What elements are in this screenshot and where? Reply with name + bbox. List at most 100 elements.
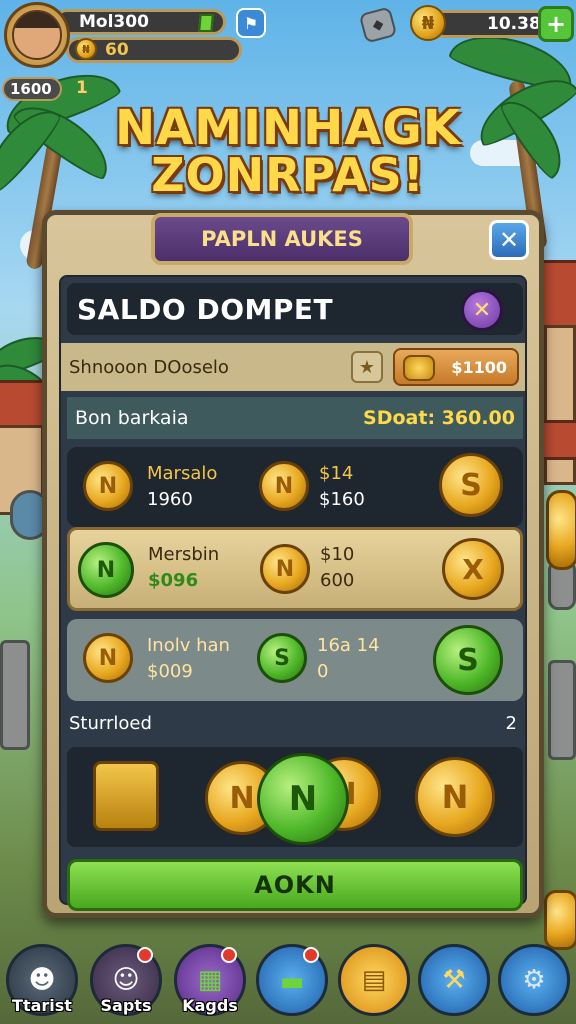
character-icon: ☻ xyxy=(28,965,56,995)
coin-stack-icon xyxy=(403,355,435,381)
coin-icon: N xyxy=(415,757,495,837)
coin-icon: ₦ xyxy=(75,38,97,60)
coin-icon: N xyxy=(259,461,309,511)
house-roof-right-low xyxy=(540,420,576,460)
row-price: $14 $160 xyxy=(319,461,365,513)
notification-dot xyxy=(221,947,237,963)
nav-tourist-button[interactable]: ☻ Ttarist xyxy=(6,944,78,1016)
nav-pickaxe-button[interactable]: ⚒ xyxy=(418,944,490,1016)
row-price-bottom: 0 xyxy=(317,661,329,682)
wallet-row[interactable]: N Marsalo 1960 N $14 $160 S xyxy=(67,447,523,527)
coin-balance: 10.38 xyxy=(487,14,541,34)
row-price-top: $10 xyxy=(320,544,355,565)
coin-icon: N xyxy=(83,633,133,683)
player-name-bar: Mol300 xyxy=(54,9,226,35)
sub-label: Shnooon DOoselo xyxy=(69,356,229,378)
ticket-icon: ▤ xyxy=(361,965,387,995)
coin-icon: S xyxy=(257,633,307,683)
game-title-line2: ZONRPAS! xyxy=(151,148,425,202)
coin-stack-bottom-right xyxy=(544,890,576,950)
close-wallet-button[interactable]: ✕ xyxy=(461,289,503,331)
sub-price-button[interactable]: $1100 xyxy=(393,348,519,386)
coin-icon: N xyxy=(260,544,310,594)
bundle-header: Sturrloed 2 xyxy=(61,703,525,743)
coin-icon: N xyxy=(83,461,133,511)
notification-dot xyxy=(303,947,319,963)
gem-icon xyxy=(198,14,214,32)
star-icon: ★ xyxy=(358,356,376,378)
wallet-row-selected[interactable]: N Mersbin $096 N $10 600 X xyxy=(67,527,523,611)
avatar-face-icon xyxy=(12,10,62,60)
row-price-top: $14 xyxy=(319,463,354,484)
map-icon: ▦ xyxy=(197,965,223,995)
row-amount: $096 xyxy=(148,570,199,591)
house-roof-right xyxy=(540,260,576,330)
row-text: Inolv han $009 xyxy=(147,633,230,685)
coin-stack-right xyxy=(546,490,576,570)
wallet-row[interactable]: N Inolv han $009 S 16a 14 0 S xyxy=(67,619,523,701)
settings-shard-button[interactable]: ◆ xyxy=(358,6,398,44)
wallet-panel: PAPLN AUKES ✕ SALDO DOMPET ✕ Shnooon DOo… xyxy=(42,210,544,918)
nav-ticket-button[interactable]: ▤ xyxy=(338,944,410,1016)
bundle-count[interactable]: 2 xyxy=(506,713,517,734)
level-extra: 1 xyxy=(76,78,88,98)
flag-button[interactable]: ⚑ xyxy=(236,8,266,38)
coin-icon: N xyxy=(78,542,134,598)
confirm-button[interactable]: AOKN xyxy=(67,859,523,911)
close-panel-button[interactable]: ✕ xyxy=(489,220,529,260)
banknote-icon: ▬ xyxy=(279,967,305,997)
level-badge-bar: 1600 xyxy=(2,77,62,101)
row-price-top: 16a 14 xyxy=(317,635,380,656)
nav-settings-button[interactable]: ⚙ xyxy=(498,944,570,1016)
coin-icon: X xyxy=(442,538,504,600)
row-text: Marsalo 1960 xyxy=(147,461,217,513)
section-right: SDoat: 360.00 xyxy=(363,407,515,429)
row-price: 16a 14 0 xyxy=(317,633,380,685)
nav-label: Ttarist xyxy=(12,996,72,1015)
player-coins: 60 xyxy=(105,40,129,60)
stone-pillar-left xyxy=(0,640,30,750)
close-icon: ✕ xyxy=(498,226,520,254)
row-text: Mersbin $096 xyxy=(148,542,219,594)
money-bag-icon: S xyxy=(433,625,503,695)
row-price: $10 600 xyxy=(320,542,354,594)
panel-header: PAPLN AUKES xyxy=(151,213,413,265)
chef-icon: ☺ xyxy=(112,965,140,995)
coin-chest-icon xyxy=(93,761,159,831)
add-coins-button[interactable]: + xyxy=(538,6,574,42)
bundle-card[interactable]: N N N N xyxy=(67,747,523,847)
coin-balance-icon: ₦ xyxy=(410,5,446,41)
sub-price: $1100 xyxy=(451,357,507,377)
sub-row: Shnooon DOoselo ★ $1100 xyxy=(61,343,525,391)
row-name: Inolv han xyxy=(147,635,230,656)
flag-icon: ⚑ xyxy=(243,13,259,33)
plus-icon: + xyxy=(545,10,567,38)
gear-icon: ⚙ xyxy=(522,965,546,995)
notification-dot xyxy=(137,947,153,963)
close-icon: ✕ xyxy=(472,297,492,323)
wallet-title: SALDO DOMPET xyxy=(67,283,523,335)
nav-label: Kagds xyxy=(182,996,238,1015)
stone-pillar-right xyxy=(548,660,576,760)
nav-shop-button[interactable]: ☺ Sapts xyxy=(90,944,162,1016)
bundle-label: Sturrloed xyxy=(69,712,152,734)
coin-icon: S xyxy=(439,453,503,517)
hammer-icon: ⚒ xyxy=(442,965,466,995)
favorite-button[interactable]: ★ xyxy=(351,351,383,383)
section-left: Bon barkaia xyxy=(75,407,189,429)
nav-cash-button[interactable]: ▬ xyxy=(256,944,328,1016)
nav-label: Sapts xyxy=(100,996,152,1015)
avatar[interactable] xyxy=(4,2,70,68)
row-price-bottom: $160 xyxy=(319,489,365,510)
row-amount: $009 xyxy=(147,661,193,682)
house-right xyxy=(544,325,576,485)
row-name: Mersbin xyxy=(148,544,220,565)
nav-cards-button[interactable]: ▦ Kagds xyxy=(174,944,246,1016)
row-name: Marsalo xyxy=(147,463,218,484)
row-price-bottom: 600 xyxy=(320,570,355,591)
player-name: Mol300 xyxy=(79,12,149,32)
player-coins-bar: ₦ 60 xyxy=(66,37,242,63)
level-badge: 1600 xyxy=(10,80,52,98)
wallet-title-text: SALDO DOMPET xyxy=(77,292,334,326)
row-amount: 1960 xyxy=(147,489,193,510)
